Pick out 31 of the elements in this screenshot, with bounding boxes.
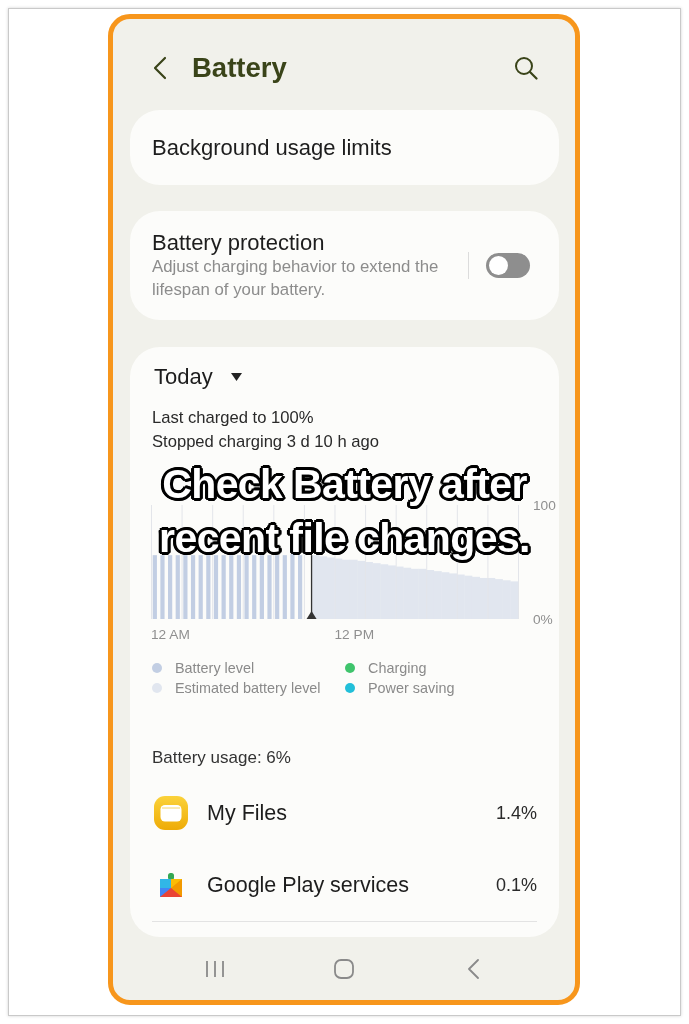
back-icon[interactable] [153,56,167,80]
toggle-switch[interactable] [486,253,530,278]
axis-label: 100 [533,497,556,513]
legend-label: Battery level [175,660,255,676]
app-name[interactable]: My Files [207,800,288,826]
setting-description: Adjust charging behavior to extend the lifespan of your battery. [152,256,440,301]
puzzle-app-icon [160,873,182,897]
app-name[interactable]: Google Play services [207,872,409,898]
app-usage: 1.4% [495,802,537,824]
nav-back-icon[interactable] [467,958,479,979]
app-usage: 0.1% [495,874,537,896]
caption-text: Check Battery after recent file changes. [157,460,532,565]
axis-label: 12 AM [151,627,190,642]
legend-label: Power saving [368,680,455,696]
legend-label: Charging [368,660,427,676]
current-time-marker [306,554,317,620]
recent-apps-icon[interactable] [205,959,225,978]
charge-status: Last charged to 100% [152,407,315,429]
axis-label: 0% [533,611,553,627]
period-dropdown[interactable]: Today [154,364,242,390]
legend-label: Estimated battery level [175,680,321,696]
charge-status: Stopped charging 3 d 10 h ago [152,431,380,453]
home-icon[interactable] [334,958,354,979]
caret-icon [230,373,242,381]
axis-label: 12 PM [334,627,375,642]
settings-item[interactable]: Background usage limits [130,110,559,185]
page-title: Battery [192,52,287,84]
search-icon[interactable] [514,56,538,80]
folder-app-icon [154,796,188,830]
usage-total: Battery usage: 6% [152,748,292,768]
setting-title: Battery protection [152,230,326,255]
